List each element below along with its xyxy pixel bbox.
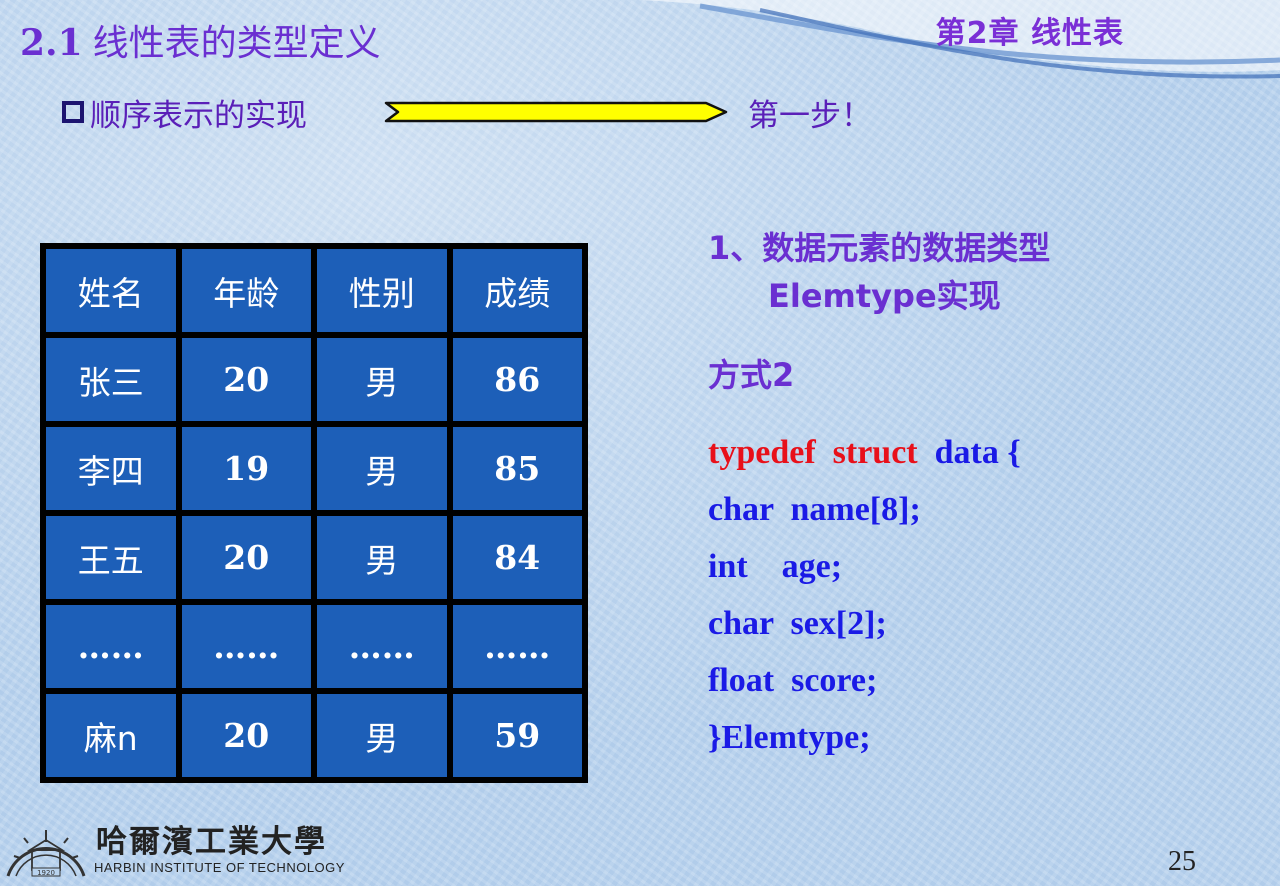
university-name-en: HARBIN INSTITUTE OF TECHNOLOGY <box>94 860 345 875</box>
code-line-3: int age; <box>708 548 843 585</box>
table-row: 麻n 20 男 59 <box>46 694 582 777</box>
table-header-row: 姓名 年龄 性别 成绩 <box>46 249 582 332</box>
right-arrow-icon <box>384 101 728 123</box>
student-table: 姓名 年龄 性别 成绩 张三 20 男 86 李四 19 男 85 王五 20 … <box>40 243 588 783</box>
emblem-year: 1920 <box>37 869 55 877</box>
university-name-cn: 哈爾濱工業大學 <box>96 824 327 860</box>
section-title: 2.1 线性表的类型定义 <box>20 14 381 66</box>
age-cell: 20 <box>181 694 311 777</box>
bullet-row: 顺序表示的实现 <box>62 90 307 134</box>
code-line-1: typedef struct data { <box>708 424 1021 481</box>
ellipsis-cell: …… <box>317 605 447 688</box>
table-row: …… …… …… …… <box>46 605 582 688</box>
header-cell: 姓名 <box>46 249 176 332</box>
keyword-typedef: typedef <box>708 434 816 471</box>
keyword-struct: struct <box>832 434 918 471</box>
age-cell: 20 <box>181 516 311 599</box>
header-cell: 性别 <box>317 249 447 332</box>
sex-cell: 男 <box>317 427 447 510</box>
mode-label: 方式2 <box>708 356 795 394</box>
name-cell: 李四 <box>46 427 176 510</box>
ellipsis-cell: …… <box>46 605 176 688</box>
heading-line-1: 1、数据元素的数据类型 <box>708 229 1051 267</box>
score-cell: 85 <box>452 427 582 510</box>
score-cell: 84 <box>452 516 582 599</box>
age-cell: 20 <box>181 338 311 421</box>
table-row: 张三 20 男 86 <box>46 338 582 421</box>
name-cell: 王五 <box>46 516 176 599</box>
bullet-text: 顺序表示的实现 <box>90 97 307 134</box>
code-line-5: float score; <box>708 662 878 699</box>
code-line-2: char name[8]; <box>708 491 921 528</box>
chapter-label: 第2章 线性表 <box>935 16 1124 51</box>
code-struct-name: data { <box>934 434 1021 471</box>
code-line-6: }Elemtype; <box>708 719 871 756</box>
score-cell: 59 <box>452 694 582 777</box>
square-bullet-icon <box>62 101 84 123</box>
heading-line-2: Elemtype实现 <box>768 277 1001 315</box>
code-block: typedef struct data { char name[8]; int ag… <box>708 424 1021 766</box>
page-number: 25 <box>1168 846 1196 877</box>
age-cell: 19 <box>181 427 311 510</box>
section-number: 2.1 <box>20 22 83 64</box>
name-cell: 张三 <box>46 338 176 421</box>
header-cell: 成绩 <box>452 249 582 332</box>
table-row: 王五 20 男 84 <box>46 516 582 599</box>
data-type-heading: 1、数据元素的数据类型 Elemtype实现 <box>708 224 1050 320</box>
step-label: 第一步！ <box>748 98 872 134</box>
ellipsis-cell: …… <box>181 605 311 688</box>
code-line-4: char sex[2]; <box>708 605 887 642</box>
name-cell: 麻n <box>46 694 176 777</box>
section-title-text: 线性表的类型定义 <box>92 23 381 64</box>
score-cell: 86 <box>452 338 582 421</box>
sex-cell: 男 <box>317 338 447 421</box>
sex-cell: 男 <box>317 694 447 777</box>
university-emblem-icon: 1920 <box>6 830 86 877</box>
sex-cell: 男 <box>317 516 447 599</box>
header-cell: 年龄 <box>181 249 311 332</box>
ellipsis-cell: …… <box>452 605 582 688</box>
table-row: 李四 19 男 85 <box>46 427 582 510</box>
